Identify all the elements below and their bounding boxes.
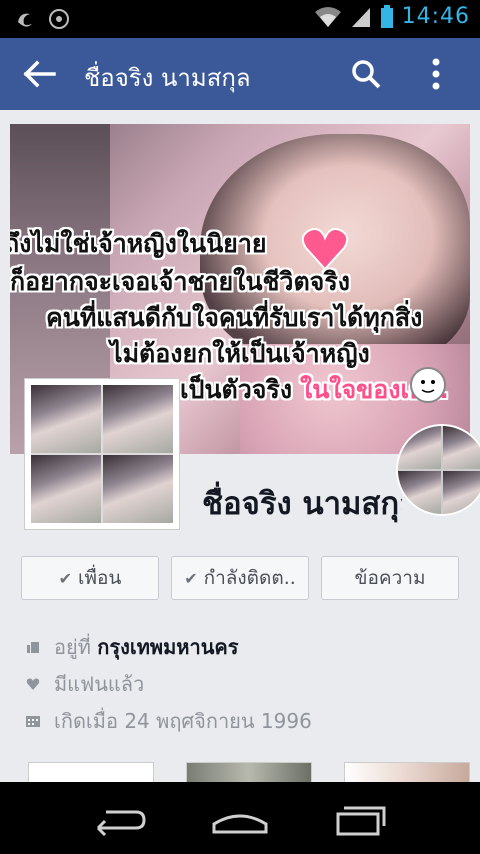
signal-icon (351, 7, 370, 27)
sticker-icon (410, 367, 446, 403)
disc-icon (48, 8, 70, 30)
info-birthday-text: เกิดเมื่อ 24 พฤศจิกายน 1996 (54, 708, 312, 733)
recents-icon[interactable] (334, 802, 390, 836)
info-lives-city[interactable]: กรุงเทพมหานคร (97, 635, 238, 659)
info-birthday: เกิดเมื่อ 24 พฤศจิกายน 1996 (26, 702, 466, 739)
photos-strip (0, 760, 480, 784)
back-icon[interactable] (92, 802, 148, 836)
info-relationship-text: มีแฟนแล้ว (54, 671, 145, 696)
check-icon: ✔ (58, 568, 72, 588)
profile-name: ชื่อจริง นามสกุล (202, 486, 402, 522)
heart-small-icon (26, 677, 40, 691)
back-arrow-icon[interactable] (22, 58, 58, 90)
info-lives[interactable]: อยู่ที่ กรุงเทพมหานคร (26, 628, 466, 665)
battery-icon (380, 4, 393, 28)
check-icon: ✔ (184, 568, 198, 588)
info-relationship: มีแฟนแล้ว (26, 665, 466, 702)
dark-mode-icon (14, 8, 36, 30)
location-icon (26, 640, 40, 654)
action-buttons: ✔ เพื่อน ✔ กำลังติดต.. ข้อความ (0, 556, 480, 600)
name-area: ชื่อจริง นามสกุล (0, 454, 480, 548)
cover-line-3: คนที่แสนดีกับใจคนที่รับเราได้ทุกสิ่ง (46, 303, 423, 332)
status-time: 14:46 (401, 4, 470, 29)
home-icon[interactable] (212, 802, 268, 836)
cover-line-1: ถึงไม่ใช่เจ้าหญิงในนิยาย (10, 229, 267, 258)
status-bar: 14:46 (0, 0, 480, 38)
info-lives-prefix: อยู่ที่ (54, 634, 91, 659)
profile-info: อยู่ที่ กรุงเทพมหานคร มีแฟนแล้ว เกิดเมื่… (26, 628, 466, 739)
wifi-icon (314, 6, 341, 27)
friends-button-label: เพื่อน (77, 567, 122, 589)
more-vertical-icon[interactable] (424, 56, 448, 92)
following-button-label: กำลังติดต.. (203, 567, 296, 589)
cover-line-2: ก็อยากจะเจอเจ้าชายในชีวิตจริง (10, 267, 350, 296)
photo-thumbnail[interactable] (186, 762, 312, 784)
message-button-label: ข้อความ (354, 567, 426, 589)
app-bar: ชื่อจริง นามสกุล (0, 38, 480, 110)
cover-line-4: ไม่ต้องยกให้เป็นเจ้าหญิง (110, 339, 370, 368)
calendar-icon (26, 714, 40, 728)
app-bar-title: ชื่อจริง นามสกุล (84, 64, 251, 92)
photo-thumbnail[interactable] (28, 762, 154, 784)
friends-button[interactable]: ✔ เพื่อน (21, 556, 159, 600)
search-icon[interactable] (350, 58, 382, 90)
following-button[interactable]: ✔ กำลังติดต.. (171, 556, 309, 600)
cover-line-5-black: เป็นตัวจริง (180, 375, 293, 404)
message-button[interactable]: ข้อความ (321, 556, 459, 600)
photo-thumbnail[interactable] (344, 762, 470, 784)
system-nav-bar (0, 782, 480, 854)
